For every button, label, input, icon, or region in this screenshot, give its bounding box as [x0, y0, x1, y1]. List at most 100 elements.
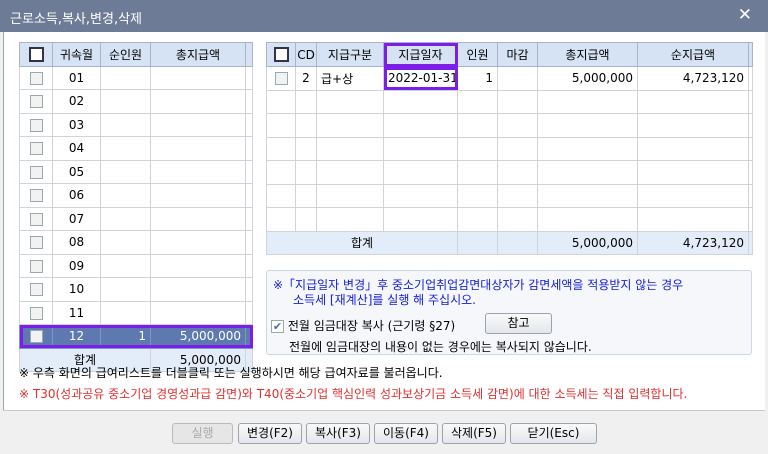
gross: [150, 112, 246, 137]
month: 04: [52, 136, 101, 161]
row-checkbox[interactable]: [29, 306, 43, 320]
month: 03: [52, 112, 101, 137]
row-checkbox[interactable]: [29, 95, 43, 109]
count: 1: [457, 66, 498, 91]
pay-date[interactable]: 2022-01-31: [383, 66, 458, 91]
empty-row: [266, 136, 753, 161]
table-row[interactable]: 08: [19, 230, 253, 255]
headcount: [100, 112, 151, 137]
col-closed: 마감: [497, 42, 538, 67]
total-gross: 5,000,000: [537, 230, 638, 255]
table-row[interactable]: 09: [19, 253, 253, 278]
month: 06: [52, 183, 101, 208]
headcount: [100, 230, 151, 255]
empty-row: [266, 113, 753, 138]
table-row[interactable]: 05: [19, 159, 253, 184]
row-checkbox[interactable]: [29, 165, 43, 179]
copy-checkbox[interactable]: ✔ 전월 임금대장 복사 (근기령 §27): [271, 317, 455, 334]
notice-text-2: 소득세 [재계산]를 실행 해 주십시오.: [293, 293, 476, 307]
col-net: 순지급액: [637, 42, 749, 67]
gross: [150, 65, 246, 90]
pay-type: 급+상: [316, 66, 384, 91]
col-pay-type: 지급구분: [316, 42, 384, 67]
month: 01: [52, 65, 101, 90]
month: 05: [52, 159, 101, 184]
row-checkbox[interactable]: [29, 142, 43, 156]
tax-note: ※ T30(성과공유 중소기업 경영성과급 감면)와 T40(중소기업 핵심인력…: [19, 387, 688, 401]
empty-row: [266, 160, 753, 185]
payment-table: CD 지급구분 지급일자 인원 마감 총지급액 순지급액 2 급+상 2022-01-31 1 5,…: [266, 42, 753, 255]
table-row[interactable]: 03: [19, 112, 253, 137]
table-row[interactable]: 07: [19, 206, 253, 231]
table-row[interactable]: 11: [19, 300, 253, 325]
total-row: 합계 5,000,000 4,723,120: [266, 230, 753, 255]
table-row[interactable]: 01: [19, 65, 253, 90]
row-checkbox[interactable]: [29, 259, 43, 273]
headcount: 1: [100, 324, 151, 349]
headcount: [100, 183, 151, 208]
month: 02: [52, 89, 101, 114]
month: 11: [52, 300, 101, 325]
month: 10: [52, 277, 101, 302]
close-button[interactable]: 닫기(Esc): [510, 423, 597, 444]
month-table: 귀속월 순인원 총지급액 01 02 03 04 05 06 07 08 09 10 11 12 1 5,00…: [19, 42, 253, 372]
closed: [497, 66, 538, 91]
gross: [150, 89, 246, 114]
run-button[interactable]: 실행: [172, 423, 233, 444]
gross: [150, 206, 246, 231]
reference-button[interactable]: 참고: [485, 313, 552, 334]
gross: [150, 253, 246, 278]
month: 07: [52, 206, 101, 231]
row-checkbox[interactable]: [274, 72, 288, 86]
row-checkbox[interactable]: [29, 71, 43, 85]
gross: [150, 183, 246, 208]
copy-note: 전월에 임금대장의 내용이 없는 경우에는 복사되지 않습니다.: [289, 340, 592, 354]
row-checkbox[interactable]: [29, 212, 43, 226]
col-pay-date: 지급일자: [383, 42, 458, 67]
close-icon[interactable]: ✕: [738, 5, 752, 25]
empty-row: [266, 89, 753, 114]
table-row[interactable]: 2 급+상 2022-01-31 1 5,000,000 4,723,120: [266, 66, 753, 91]
title-bar: 근로소득,복사,변경,삭제 ✕: [0, 0, 768, 32]
table-row[interactable]: 10: [19, 277, 253, 302]
table-row[interactable]: 12 1 5,000,000: [19, 324, 253, 349]
gross: [150, 159, 246, 184]
row-checkbox[interactable]: [29, 283, 43, 297]
row-checkbox[interactable]: [29, 118, 43, 132]
headcount: [100, 206, 151, 231]
headcount: [100, 159, 151, 184]
col-cd: CD: [295, 42, 317, 67]
delete-button[interactable]: 삭제(F5): [442, 423, 506, 444]
copy-label: 전월 임금대장 복사 (근기령 §27): [287, 319, 456, 333]
gross: 5,000,000: [537, 66, 638, 91]
headcount: [100, 136, 151, 161]
total-net: 4,723,120: [637, 230, 749, 255]
total-label: 합계: [266, 230, 458, 255]
empty-row: [266, 207, 753, 232]
cd: 2: [295, 66, 317, 91]
gross: [150, 300, 246, 325]
move-button[interactable]: 이동(F4): [374, 423, 438, 444]
table-row[interactable]: 06: [19, 183, 253, 208]
gross: [150, 230, 246, 255]
headcount: [100, 277, 151, 302]
select-all-checkbox[interactable]: [266, 42, 296, 67]
headcount: [100, 65, 151, 90]
gross: [150, 277, 246, 302]
usage-note: ※ 우측 화면의 급여리스트를 더블클릭 또는 실행하시면 해당 급여자료를 불…: [19, 366, 443, 380]
copy-button[interactable]: 복사(F3): [306, 423, 370, 444]
row-checkbox[interactable]: [29, 236, 43, 250]
info-panel: ※「지급일자 변경」후 중소기업취업감면대상자가 감면세액을 적용받지 않는 경…: [266, 270, 752, 355]
row-checkbox[interactable]: [29, 330, 43, 344]
table-row[interactable]: 04: [19, 136, 253, 161]
select-all-checkbox[interactable]: [19, 42, 53, 67]
change-button[interactable]: 변경(F2): [238, 423, 302, 444]
headcount: [100, 253, 151, 278]
col-headcount: 순인원: [100, 42, 151, 67]
net: 4,723,120: [637, 66, 749, 91]
table-row[interactable]: 02: [19, 89, 253, 114]
month: 12: [52, 324, 101, 349]
row-checkbox[interactable]: [29, 189, 43, 203]
month: 09: [52, 253, 101, 278]
col-month: 귀속월: [52, 42, 101, 67]
